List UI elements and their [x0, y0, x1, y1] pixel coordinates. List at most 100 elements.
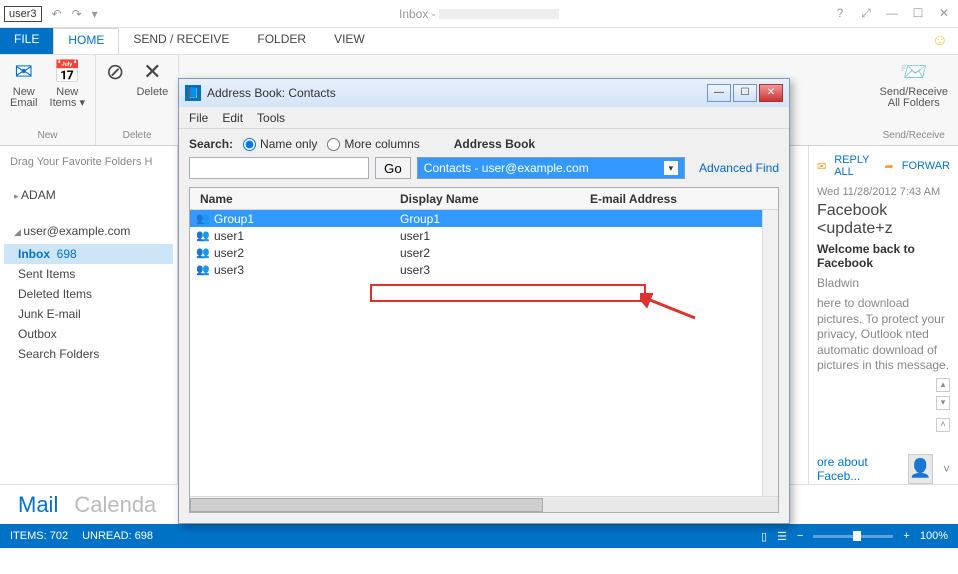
delete-x-icon: ✕	[143, 59, 161, 85]
window-titlebar: user3 ↶ ↷ ▾ Inbox - ? ⤢ — ☐ ✕	[0, 0, 958, 28]
zoom-in-icon[interactable]: +	[903, 530, 909, 542]
col-name[interactable]: Name	[190, 192, 390, 206]
avatar-icon: 👤	[908, 454, 933, 484]
folder-inbox-count: 698	[57, 247, 77, 261]
view-reading-icon[interactable]: ☰	[777, 530, 787, 543]
dialog-search-area: Search: Name only More columns Address B…	[179, 129, 789, 187]
address-book-selected: Contacts - user@example.com	[424, 161, 589, 175]
menu-file[interactable]: File	[189, 111, 208, 125]
col-display[interactable]: Display Name	[390, 192, 580, 206]
nav-calendar[interactable]: Calenda	[74, 492, 156, 518]
help-icon[interactable]: ?	[830, 6, 850, 21]
qat-dropdown-icon[interactable]: ▾	[92, 7, 98, 21]
col-email[interactable]: E-mail Address	[580, 192, 778, 206]
address-book-label: Address Book	[454, 137, 535, 151]
cell-display: user1	[400, 229, 590, 243]
nav-mail[interactable]: Mail	[18, 492, 58, 518]
quick-access-toolbar: ↶ ↷ ▾	[52, 7, 98, 21]
ribbon-collapse-icon[interactable]: ⤢	[856, 6, 876, 21]
cell-name: user1	[214, 229, 400, 243]
forward-icon: ➦	[885, 160, 894, 173]
new-email-button[interactable]: ✉ New Email	[10, 59, 38, 109]
radio-name-only-label: Name only	[260, 137, 317, 151]
list-vertical-scrollbar[interactable]	[762, 210, 778, 496]
list-header: Name Display Name E-mail Address	[190, 188, 778, 210]
scroll-up-icon[interactable]: ▴	[936, 378, 950, 392]
person-icon: 👥	[196, 229, 214, 242]
window-title-text: Inbox -	[399, 7, 436, 21]
radio-more-columns-input[interactable]	[327, 138, 340, 151]
message-to: Bladwin	[817, 276, 950, 290]
zoom-slider[interactable]	[813, 535, 893, 538]
envelope-icon: ✉	[15, 59, 33, 85]
address-book-icon: 📘	[185, 85, 201, 101]
view-normal-icon[interactable]: ▯	[761, 530, 767, 543]
maximize-icon[interactable]: ☐	[908, 6, 928, 21]
folder-search[interactable]: Search Folders	[4, 344, 173, 364]
account-adam[interactable]: ADAM	[4, 182, 173, 208]
advanced-find-link[interactable]: Advanced Find	[699, 161, 779, 175]
download-pictures-notice: here to download pictures. To protect yo…	[817, 296, 950, 374]
more-about-link[interactable]: ore about Faceb...	[817, 455, 898, 483]
radio-name-only-input[interactable]	[243, 138, 256, 151]
menu-edit[interactable]: Edit	[222, 111, 243, 125]
send-receive-button[interactable]: 📨 Send/Receive All Folders	[880, 59, 949, 109]
smiley-icon[interactable]: ☺	[932, 32, 948, 50]
address-book-select[interactable]: Contacts - user@example.com ▾	[417, 157, 685, 179]
search-input[interactable]	[189, 157, 369, 179]
zoom-out-icon[interactable]: −	[797, 530, 803, 542]
reply-all-icon: ✉	[817, 160, 826, 173]
ribbon-group-send-receive: 📨 Send/Receive All Folders Send/Receive	[870, 55, 958, 145]
close-icon[interactable]: ✕	[934, 6, 954, 21]
address-book-dialog: 📘 Address Book: Contacts — ☐ ✕ File Edit…	[178, 78, 790, 524]
forward-button[interactable]: FORWAR	[902, 160, 950, 172]
cell-name: user2	[214, 246, 400, 260]
group-icon: 👥	[196, 212, 214, 225]
cell-name: Group1	[214, 212, 400, 226]
dialog-menu: File Edit Tools	[179, 107, 789, 129]
account-user[interactable]: user@example.com	[4, 218, 173, 244]
tab-send-receive[interactable]: SEND / RECEIVE	[119, 28, 243, 54]
reply-all-button[interactable]: REPLY ALL	[834, 154, 876, 178]
list-row-group1[interactable]: 👥 Group1 Group1	[190, 210, 778, 227]
folder-junk[interactable]: Junk E-mail	[4, 304, 173, 324]
redo-icon[interactable]: ↷	[72, 7, 82, 21]
list-row-user3[interactable]: 👥 user3 user3	[190, 261, 778, 278]
go-button[interactable]: Go	[375, 157, 411, 179]
radio-name-only[interactable]: Name only	[243, 137, 317, 151]
undo-icon[interactable]: ↶	[52, 7, 62, 21]
new-items-button[interactable]: 📅 New Items ▾	[50, 59, 85, 109]
folder-sent[interactable]: Sent Items	[4, 264, 173, 284]
redacted-block	[439, 9, 559, 19]
dialog-minimize-icon[interactable]: —	[707, 84, 731, 102]
send-receive-label: Send/Receive All Folders	[880, 87, 949, 109]
message-from: Facebook <update+z	[817, 202, 950, 238]
dialog-titlebar: 📘 Address Book: Contacts — ☐ ✕	[179, 79, 789, 107]
minimize-icon[interactable]: —	[882, 6, 902, 21]
chevron-down-icon[interactable]: ˅	[943, 462, 950, 476]
expand-icon[interactable]: ˄	[936, 418, 950, 432]
tab-folder[interactable]: FOLDER	[243, 28, 320, 54]
list-row-user1[interactable]: 👥 user1 user1	[190, 227, 778, 244]
cell-display: Group1	[400, 212, 590, 226]
tab-view[interactable]: VIEW	[320, 28, 379, 54]
menu-tools[interactable]: Tools	[257, 111, 285, 125]
delete-button[interactable]: ✕ Delete	[136, 59, 168, 98]
list-row-user2[interactable]: 👥 user2 user2	[190, 244, 778, 261]
contacts-list: Name Display Name E-mail Address 👥 Group…	[189, 187, 779, 513]
folder-inbox[interactable]: Inbox 698	[4, 244, 173, 264]
folder-outbox[interactable]: Outbox	[4, 324, 173, 344]
person-icon: 👥	[196, 246, 214, 259]
dialog-maximize-icon[interactable]: ☐	[733, 84, 757, 102]
ignore-button[interactable]: ⊘	[106, 59, 124, 98]
radio-more-columns[interactable]: More columns	[327, 137, 419, 151]
tab-file[interactable]: FILE	[0, 28, 53, 54]
dialog-close-icon[interactable]: ✕	[759, 84, 783, 102]
tab-home[interactable]: HOME	[53, 28, 119, 54]
favorites-hint: Drag Your Favorite Folders H	[4, 152, 173, 172]
list-horizontal-scrollbar[interactable]	[190, 496, 778, 512]
cell-display: user2	[400, 246, 590, 260]
window-title: Inbox -	[399, 7, 559, 21]
folder-deleted[interactable]: Deleted Items	[4, 284, 173, 304]
scroll-down-icon[interactable]: ▾	[936, 396, 950, 410]
